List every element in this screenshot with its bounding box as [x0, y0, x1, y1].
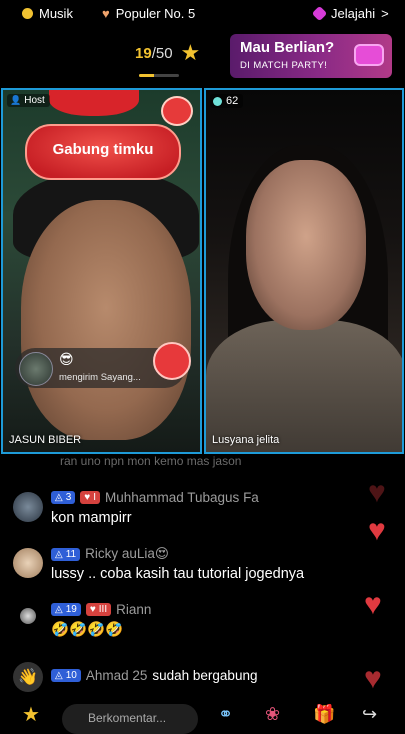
- chevron-right-icon: >: [381, 6, 389, 21]
- person-icon: 👤: [10, 95, 22, 105]
- progress-current: 19: [135, 44, 152, 62]
- level-badge: ◬ 19: [51, 603, 81, 616]
- chat-text: kon mampirr: [51, 510, 132, 526]
- avatar: [13, 492, 43, 522]
- gift-notification: 😎 mengirim Sayang...: [15, 342, 191, 388]
- host-badge: 👤 Host: [7, 94, 50, 107]
- link-guests-icon[interactable]: ⚭: [218, 704, 233, 725]
- chat-username[interactable]: Ahmad 25: [86, 668, 148, 683]
- level-badge: ◬ 10: [51, 669, 81, 682]
- faded-chat-line: ran uno npn mon kemo mas jason: [60, 454, 242, 468]
- floating-heart-icon: ♥: [364, 588, 382, 621]
- chat-username[interactable]: Riann: [116, 602, 151, 617]
- explore-button[interactable]: Jelajahi >: [311, 5, 389, 22]
- viewer-icon: [213, 96, 222, 106]
- join-team-label: Gabung timku: [52, 141, 154, 158]
- viewer-count: 62: [226, 95, 239, 107]
- heart-badge-icon: ♥: [102, 6, 110, 21]
- chat-text: lussy .. coba kasih tau tutorial jogedny…: [51, 566, 305, 582]
- host-badge-label: Host: [24, 95, 45, 106]
- floating-heart-icon: ♥: [368, 514, 386, 547]
- music-coin-icon: [22, 8, 33, 19]
- viewer-count-badge: 62: [210, 94, 244, 108]
- match-party-promo[interactable]: Mau Berlian? DI MATCH PARTY!: [230, 34, 392, 78]
- rose-gift-icon[interactable]: ❀: [265, 704, 280, 725]
- floating-heart-icon: ♥: [364, 662, 382, 695]
- chat-message[interactable]: ◬ 11 Ricky auLia😍 lussy .. coba kasih ta…: [0, 542, 405, 586]
- join-team-sticker[interactable]: Gabung timku: [25, 124, 181, 180]
- promo-subtitle: DI MATCH PARTY!: [240, 60, 328, 71]
- explore-label: Jelajahi: [331, 6, 376, 21]
- host-video-tile[interactable]: Gabung timku 👤 Host 😎 mengirim Sayang...…: [1, 88, 202, 454]
- avatar: [19, 352, 53, 386]
- gem-icon: [311, 5, 328, 22]
- tomato-gift-icon: [153, 342, 191, 380]
- fan-badge: ♥ III: [85, 603, 112, 616]
- progress-bar: [139, 74, 179, 77]
- guest-video-tile[interactable]: 62 Lusyana jelita: [204, 88, 404, 454]
- promo-title: Mau Berlian?: [240, 39, 335, 56]
- popular-rank[interactable]: ♥ Populer No. 5: [102, 6, 195, 21]
- music-tab[interactable]: Musik: [22, 6, 73, 21]
- progress-total: /50: [151, 44, 173, 62]
- music-tab-label: Musik: [39, 6, 73, 21]
- guest-video-feed: [246, 160, 366, 330]
- floating-heart-icon: ♥: [368, 476, 386, 509]
- chat-username[interactable]: Ricky auLia😍: [85, 546, 169, 562]
- star-icon: ★: [180, 40, 201, 65]
- top-bar: Musik ♥ Populer No. 5 Jelajahi >: [0, 0, 405, 30]
- gift-text: mengirim Sayang...: [59, 372, 141, 383]
- level-badge: ◬ 3: [51, 491, 76, 504]
- fan-badge: ♥ I: [80, 491, 100, 504]
- tomato-sticker-icon: [161, 96, 193, 126]
- level-badge: ◬ 11: [51, 547, 81, 561]
- popular-rank-label: Populer No. 5: [115, 6, 196, 21]
- host-video-feed: [21, 200, 191, 440]
- party-car-icon: [354, 44, 384, 66]
- host-name[interactable]: JASUN BIBER: [9, 434, 81, 446]
- guest-name[interactable]: Lusyana jelita: [212, 434, 279, 446]
- comment-input[interactable]: Berkomentar...: [62, 704, 198, 734]
- chat-message[interactable]: ◬ 3 ♥ I Muhhammad Tubagus Fa kon mampirr: [0, 486, 405, 530]
- avatar: [20, 608, 36, 624]
- chat-username[interactable]: Muhhammad Tubagus Fa: [105, 490, 259, 505]
- wave-icon: 👋: [13, 662, 43, 692]
- progress-fill: [139, 74, 155, 77]
- avatar: [13, 548, 43, 578]
- join-text: sudah bergabung: [152, 668, 258, 683]
- share-icon[interactable]: ↪: [362, 704, 377, 725]
- join-message[interactable]: 👋 ◬ 10 Ahmad 25 sudah bergabung: [0, 660, 405, 696]
- tomato-mascot-graphic: [49, 90, 139, 116]
- gift-emoji: 😎: [59, 351, 74, 367]
- match-progress[interactable]: 19/50 ★: [135, 40, 200, 66]
- chat-message[interactable]: ◬ 19 ♥ III Riann 🤣🤣🤣🤣: [0, 598, 405, 642]
- chat-text: 🤣🤣🤣🤣: [51, 622, 124, 638]
- star-reward-icon[interactable]: ★: [22, 702, 40, 727]
- gift-box-icon[interactable]: 🎁: [313, 704, 335, 725]
